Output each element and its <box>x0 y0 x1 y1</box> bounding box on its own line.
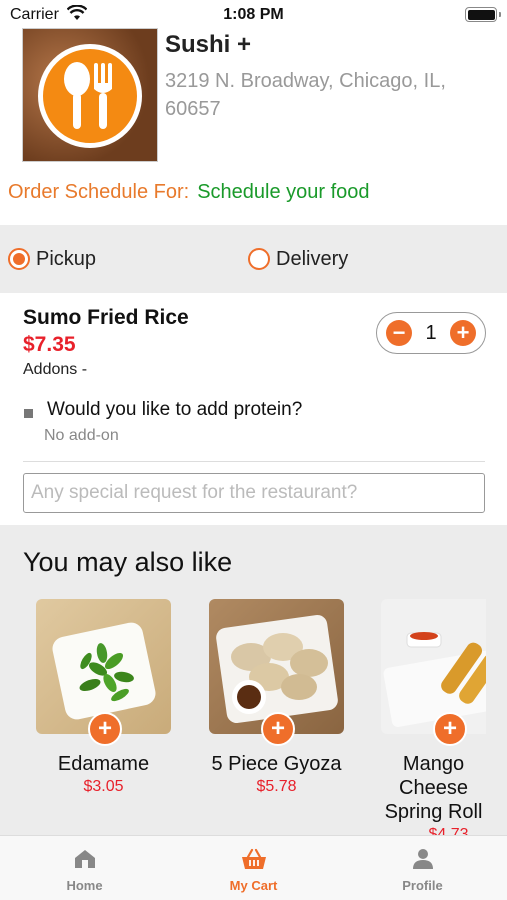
spring-roll-image <box>381 599 486 734</box>
addon-selection: No add-on <box>44 427 119 444</box>
schedule-value-link[interactable]: Schedule your food <box>197 181 369 203</box>
order-schedule-row[interactable]: Order Schedule For: Schedule your food <box>8 181 370 204</box>
person-icon <box>412 849 433 869</box>
suggestion-card-edamame[interactable]: + Edamame $3.05 <box>36 599 176 796</box>
suggestion-name: Edamame <box>57 753 150 775</box>
suggestion-price: $3.05 <box>83 778 124 795</box>
quantity-value: 1 <box>425 321 437 344</box>
schedule-label: Order Schedule For: <box>8 181 190 203</box>
suggestion-name: Mango Cheese Spring Roll <box>384 753 483 823</box>
tab-bar: Home My Cart Profile <box>0 835 507 900</box>
suggestion-name: 5 Piece Gyoza <box>211 753 342 775</box>
restaurant-name: Sushi + <box>165 31 252 58</box>
add-edamame-button[interactable]: + <box>88 712 122 746</box>
delivery-option[interactable]: Delivery <box>248 247 348 271</box>
suggestion-card-gyoza[interactable]: + 5 Piece Gyoza $5.78 <box>209 599 349 796</box>
delivery-radio[interactable] <box>248 248 270 270</box>
delivery-label: Delivery <box>276 247 349 270</box>
suggestion-price: $5.78 <box>256 778 297 795</box>
pickup-option[interactable]: Pickup <box>8 247 96 271</box>
basket-icon <box>241 848 266 869</box>
suggestions-section: You may also like + Edamame $3.05 + 5 Pi… <box>0 525 507 835</box>
status-bar: Carrier 1:08 PM <box>0 0 507 30</box>
tab-home[interactable]: Home <box>0 836 169 900</box>
tab-profile[interactable]: Profile <box>338 836 507 900</box>
tab-my-cart[interactable]: My Cart <box>169 836 338 900</box>
tab-my-cart-label: My Cart <box>229 878 278 893</box>
order-type-selector: Pickup Delivery <box>0 225 507 293</box>
increase-quantity-button[interactable]: + <box>450 320 476 346</box>
battery-icon <box>465 7 497 22</box>
suggestions-title: You may also like <box>23 547 233 577</box>
battery-tip <box>499 12 501 17</box>
pickup-radio[interactable] <box>8 248 30 270</box>
quantity-stepper: − 1 + <box>376 312 486 354</box>
tab-home-label: Home <box>66 878 103 893</box>
cart-item-name: Sumo Fried Rice <box>23 306 189 329</box>
addon-bullet <box>24 409 33 418</box>
clock: 1:08 PM <box>223 6 284 23</box>
special-request-input[interactable] <box>23 473 485 513</box>
suggestion-card-spring-roll[interactable]: + Mango Cheese Spring Roll $4.73 <box>381 599 507 835</box>
utensils-icon <box>64 62 112 129</box>
suggestion-price: $4.73 <box>428 826 469 835</box>
add-gyoza-button[interactable]: + <box>261 712 295 746</box>
addon-question[interactable]: Would you like to add protein? <box>47 399 302 421</box>
add-spring-roll-button[interactable]: + <box>433 712 467 746</box>
pickup-label: Pickup <box>36 247 97 270</box>
restaurant-logo <box>22 28 158 162</box>
addons-label: Addons - <box>23 361 88 378</box>
decrease-quantity-button[interactable]: − <box>386 320 412 346</box>
home-icon <box>74 850 95 868</box>
tab-profile-label: Profile <box>402 878 443 893</box>
divider <box>23 461 485 462</box>
cart-item-price: $7.35 <box>23 333 76 356</box>
restaurant-address: 3219 N. Broadway, Chicago, IL, 60657 <box>165 70 446 120</box>
